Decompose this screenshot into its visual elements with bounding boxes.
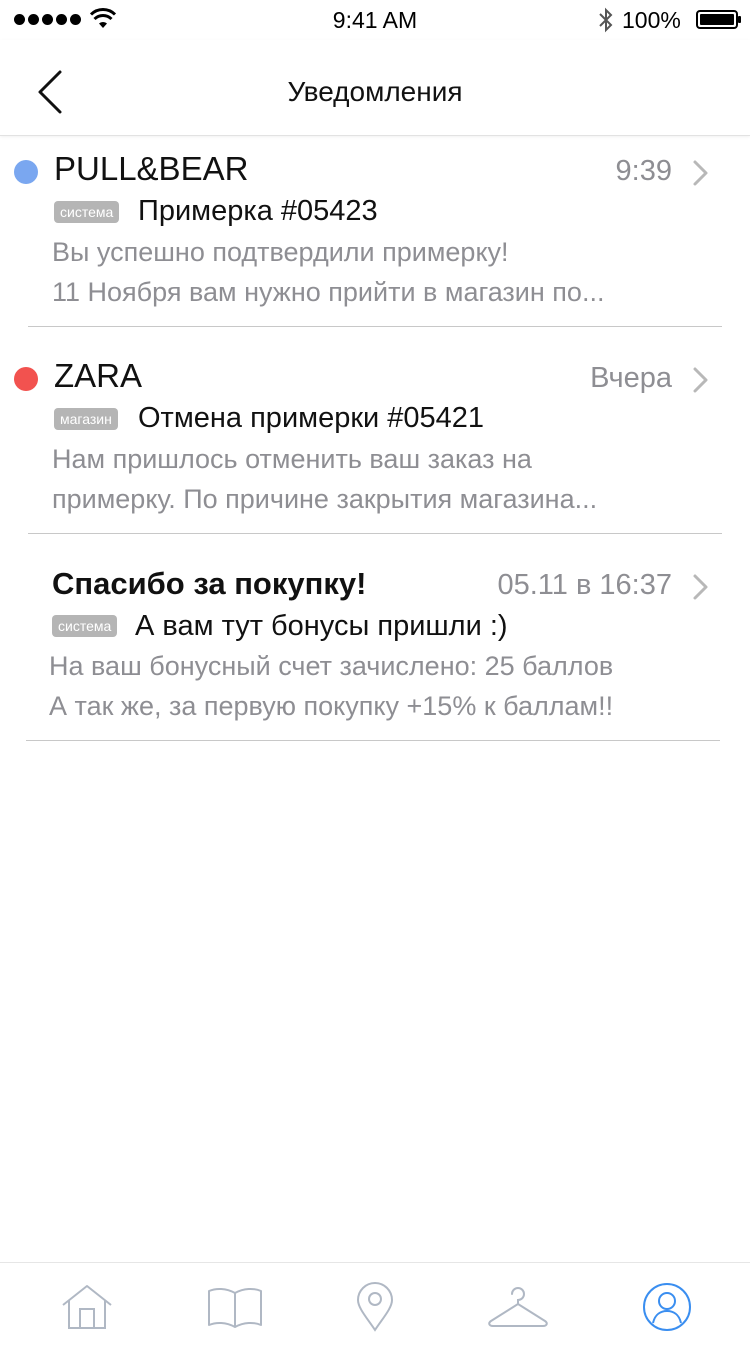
bluetooth-icon <box>599 7 613 33</box>
catalog-book-icon <box>208 1287 262 1328</box>
navigation-bar: Уведомления <box>0 40 750 136</box>
notification-sender: ZARA <box>54 357 143 394</box>
hanger-icon <box>488 1286 548 1327</box>
unread-indicator <box>14 367 38 391</box>
notification-tag: магазин <box>54 408 118 430</box>
notification-item[interactable]: Спасибо за покупку! 05.11 в 16:37 систем… <box>0 554 750 760</box>
notification-time: 05.11 в 16:37 <box>497 569 672 601</box>
chevron-right-icon <box>693 574 708 600</box>
notification-item[interactable]: ZARA Вчера магазин Отмена примерки #0542… <box>0 347 750 553</box>
tab-bar <box>0 1262 750 1349</box>
profile-icon <box>643 1282 691 1331</box>
notification-time: 9:39 <box>615 155 672 187</box>
tab-wardrobe[interactable] <box>443 1263 593 1349</box>
notification-sender: PULL&BEAR <box>54 150 249 187</box>
row-divider <box>28 533 722 534</box>
battery-icon <box>696 10 741 29</box>
tab-catalog[interactable] <box>160 1263 310 1349</box>
tab-home[interactable] <box>12 1263 162 1349</box>
notification-body-line-2: 11 Ноября вам нужно прийти в магазин по.… <box>52 277 605 307</box>
notification-subject: Отмена примерки #05421 <box>138 402 485 434</box>
notification-body-line-2: примерку. По причине закрытия магазина..… <box>52 484 598 514</box>
notification-tag: система <box>52 615 118 637</box>
page-title: Уведомления <box>287 76 463 107</box>
chevron-right-icon <box>693 367 708 393</box>
notification-subject: А вам тут бонусы пришли :) <box>135 610 508 642</box>
home-icon <box>62 1284 112 1329</box>
tab-stores-map[interactable] <box>300 1263 450 1349</box>
location-pin-icon <box>356 1281 394 1332</box>
notification-body-line-1: Вы успешно подтвердили примерку! <box>52 237 509 267</box>
notification-time: Вчера <box>590 362 672 394</box>
notification-subject: Примерка #05423 <box>138 195 378 227</box>
row-divider <box>28 326 722 327</box>
status-bar: 9:41 AM 100% <box>0 0 750 40</box>
notification-sender: Спасибо за покупку! <box>52 566 367 601</box>
notification-body-line-1: Нам пришлось отменить ваш заказ на <box>52 444 532 474</box>
row-divider <box>26 740 720 741</box>
tab-profile[interactable] <box>592 1263 742 1349</box>
notification-item[interactable]: PULL&BEAR 9:39 система Примерка #05423 В… <box>0 140 750 346</box>
unread-indicator <box>14 160 38 184</box>
chevron-right-icon <box>693 160 708 186</box>
notification-tag: система <box>54 201 120 223</box>
notification-body-line-2: А так же, за первую покупку +15% к балла… <box>49 691 614 721</box>
notification-body-line-1: На ваш бонусный счет зачислено: 25 балло… <box>49 651 614 681</box>
battery-percentage: 100% <box>622 7 681 33</box>
